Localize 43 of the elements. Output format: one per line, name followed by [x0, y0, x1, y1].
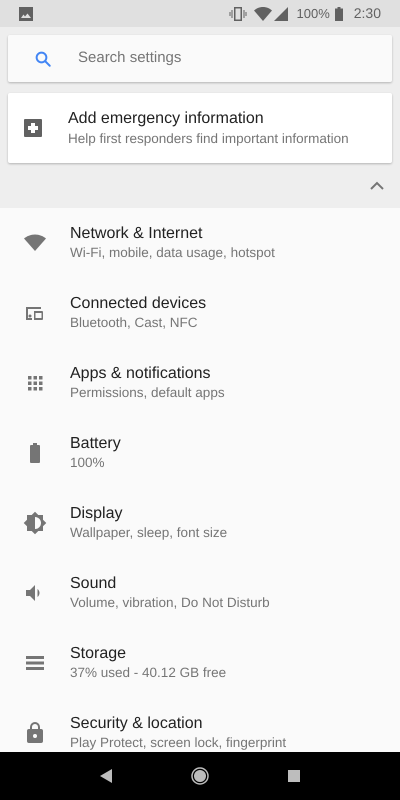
settings-item[interactable]: Sound Volume, vibration, Do Not Disturb: [0, 558, 400, 628]
item-subtitle: Permissions, default apps: [70, 384, 225, 401]
vibrate-icon: [228, 6, 246, 22]
search-field[interactable]: Search settings: [8, 35, 392, 82]
item-title: Connected devices: [70, 294, 206, 314]
item-subtitle: Wallpaper, sleep, font size: [70, 524, 228, 541]
search-input[interactable]: Search settings: [78, 47, 392, 70]
item-subtitle: 100%: [70, 454, 106, 471]
suggestion-subtitle: Help first responders find important information: [68, 130, 349, 148]
settings-item[interactable]: Security & location Play Protect, screen lock, fingerprint: [0, 698, 400, 752]
home-icon[interactable]: [190, 767, 209, 785]
item-subtitle: Bluetooth, Cast, NFC: [70, 314, 199, 331]
clock: 2:30: [354, 4, 381, 23]
suggestion-title: Add emergency information: [68, 108, 265, 128]
wifi-icon: [254, 6, 272, 20]
settings-item[interactable]: Apps & notifications Permissions, default apps: [0, 348, 400, 418]
settings-item[interactable]: Connected devices Bluetooth, Cast, NFC: [0, 278, 400, 348]
item-subtitle: Volume, vibration, Do Not Disturb: [70, 594, 270, 611]
image-icon: [19, 6, 33, 20]
back-icon[interactable]: [100, 769, 112, 783]
item-title: Network & Internet: [70, 224, 204, 244]
item-title: Sound: [70, 574, 118, 594]
item-title: Security & location: [70, 714, 204, 734]
item-title: Battery: [70, 434, 121, 454]
medical-plus-icon: [24, 119, 42, 137]
settings-item[interactable]: Display Wallpaper, sleep, font size: [0, 488, 400, 558]
chevron-up-icon: [370, 180, 384, 190]
item-title: Storage: [70, 644, 128, 664]
settings-item[interactable]: Battery 100%: [0, 418, 400, 488]
item-subtitle: Play Protect, screen lock, fingerprint: [70, 734, 286, 751]
signal-icon: [274, 6, 288, 20]
brightness-icon: [22, 511, 46, 535]
item-subtitle: 37% used - 40.12 GB free: [70, 664, 226, 681]
search-icon: [34, 50, 52, 68]
item-title: Display: [70, 504, 124, 524]
settings-item[interactable]: Storage 37% used - 40.12 GB free: [0, 628, 400, 698]
suggestion-card[interactable]: Add emergency information Help first responders find important information: [8, 93, 392, 163]
settings-item[interactable]: Network & Internet Wi-Fi, mobile, data usage, hotspot: [0, 208, 400, 278]
item-subtitle: Wi-Fi, mobile, data usage, hotspot: [70, 244, 275, 261]
battery-percent: 100%: [296, 4, 330, 23]
item-title: Apps & notifications: [70, 364, 212, 384]
recents-icon[interactable]: [288, 770, 300, 782]
battery-icon: [334, 6, 343, 20]
